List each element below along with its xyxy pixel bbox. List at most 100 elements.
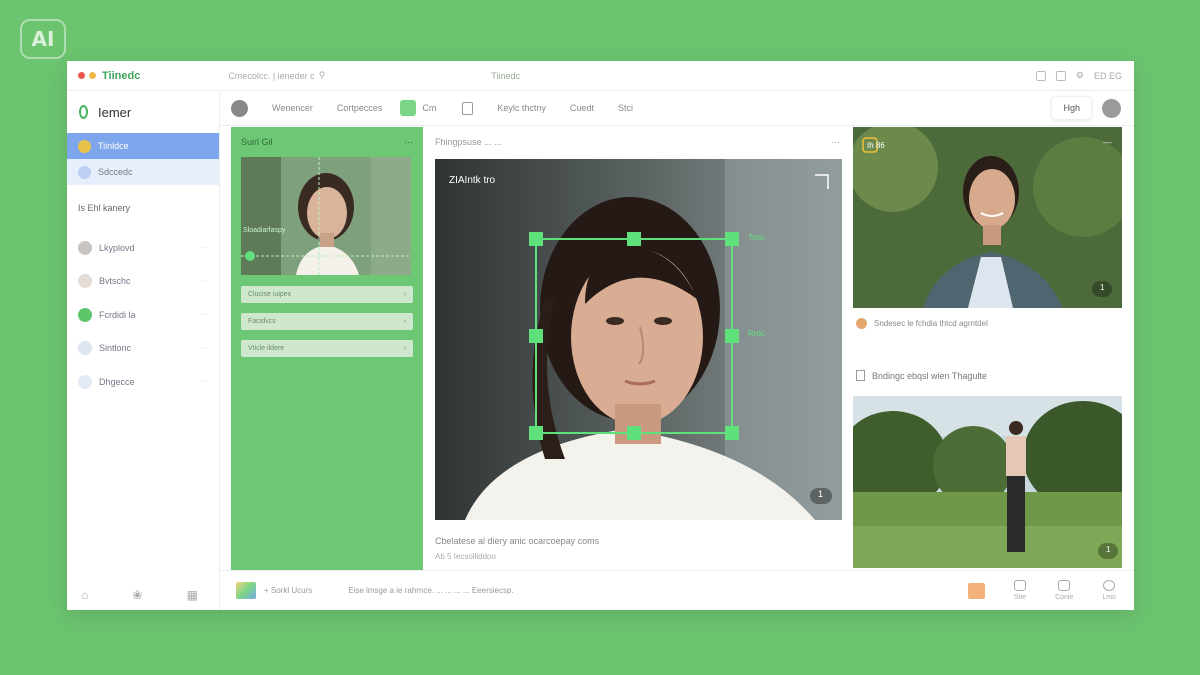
sidebar-row[interactable]: Dhgecce ··· — [67, 365, 219, 399]
sidebar-row[interactable]: Sintlonc ··· — [67, 332, 219, 366]
footer-action-label: Stie — [1014, 594, 1027, 601]
sidebar-item-label: Sdccedc — [98, 167, 133, 177]
card-menu-icon[interactable]: — — [1103, 137, 1112, 147]
preview-photo[interactable]: Sloadiarfaspy — [241, 157, 411, 275]
result-label: Sndesec le fchdia thtcd agrntdel — [856, 318, 988, 329]
close-dot-icon[interactable] — [78, 72, 85, 79]
portrait-graphic — [853, 127, 1122, 308]
footer-action-label: Lmo — [1102, 594, 1116, 601]
result-label-text: Sndesec le fchdia thtcd agrntdel — [874, 319, 988, 328]
toolbar-item[interactable]: Stci — [618, 103, 633, 113]
dropdown-label: Facidvcs — [248, 318, 276, 325]
result-card-portrait[interactable]: Ih 86 — 1 — [853, 127, 1122, 308]
more-icon[interactable]: ··· — [831, 137, 840, 147]
sidebar-item-icon — [78, 165, 91, 179]
window-controls — [78, 72, 96, 79]
export-icon[interactable] — [968, 582, 986, 599]
search-icon: ⚲ — [318, 70, 326, 80]
save-icon — [1014, 580, 1027, 591]
copy-icon — [1058, 580, 1071, 591]
sidebar-row-label: Fcrdidi la — [99, 309, 136, 320]
image-label: ZIAIntk tro — [449, 175, 496, 186]
bbox-label-mid: Rroc — [748, 329, 765, 338]
sidebar-item-active[interactable]: Tiinldce — [67, 133, 219, 159]
card-counter-badge: 1 — [1106, 545, 1111, 554]
sidebar-row[interactable]: Lkyplovd ··· — [67, 231, 219, 265]
main-photo-graphic — [435, 159, 842, 520]
person-icon — [856, 318, 867, 329]
bookmark-icon — [856, 370, 865, 381]
toolbar-item[interactable]: Keylc thctny — [497, 103, 546, 113]
palette-icon[interactable]: ❀ — [132, 588, 142, 602]
dropdown-field[interactable]: Facidvcs › — [241, 313, 413, 330]
grid-icon[interactable]: ▦ — [187, 588, 198, 602]
settings-icon[interactable]: ⚙ — [1076, 70, 1084, 81]
user-avatar[interactable] — [1102, 98, 1121, 118]
brand-ring-icon — [79, 105, 88, 119]
toolbar-item[interactable]: Cortpecces — [337, 103, 383, 113]
info-icon — [1103, 580, 1116, 591]
footer-action-more[interactable]: Lmo — [1102, 580, 1116, 601]
footer-action-save[interactable]: Stie — [1014, 580, 1026, 601]
footer-action-label: Conie — [1055, 594, 1074, 601]
main-photo[interactable]: ZIAIntk tro Tonc Rroc 1 — [435, 159, 842, 520]
footer-actions: Stie Conie Lmo — [968, 580, 1116, 601]
toolbar-item[interactable]: Cm — [422, 103, 436, 113]
result-label: Bndingc ebqsl wien Thagulte — [856, 370, 987, 381]
chevron-right-icon: › — [403, 291, 406, 298]
results-panel: Ih 86 — 1 Sndesec le fchdia thtcd agrntd… — [842, 127, 1134, 570]
copy-icon[interactable] — [1055, 70, 1066, 81]
panel-header: Suirl Gil ··· — [231, 127, 423, 147]
home-icon[interactable]: ⌂ — [81, 588, 88, 602]
dropdown-label: Clucise iuipex — [248, 291, 292, 298]
app-window: Tiinedc Cmecolcc. | ieneder c ⚲ Tiinedc … — [67, 61, 1134, 610]
face-detection-panel: Fhingpsuse ... ... ··· ZIAIntk tro Tonc … — [434, 127, 842, 570]
result-label-text: Bndingc ebqsl wien Thagulte — [872, 370, 987, 381]
title-search-text: Cmecolcc. | ieneder c — [228, 70, 315, 81]
chevron-right-icon: › — [403, 318, 406, 325]
sidebar-group-label: Is Ehl kanery — [78, 203, 131, 213]
window-icon[interactable] — [1035, 70, 1046, 81]
toolbar-logo-icon[interactable] — [231, 99, 248, 117]
title-bar: Tiinedc Cmecolcc. | ieneder c ⚲ Tiinedc … — [67, 61, 1134, 91]
sidebar-row-label: Sintlonc — [99, 343, 132, 354]
photo-subcaption: Ab 5 Iecsolliddoo — [435, 552, 496, 561]
ai-badge: AI — [20, 19, 66, 59]
dropdown-field[interactable]: Vticle ildere › — [241, 340, 413, 357]
footer-action-copy[interactable]: Conie — [1055, 580, 1073, 601]
panel-header: Fhingpsuse ... ... ··· — [434, 127, 842, 147]
fullbody-graphic — [853, 396, 1122, 568]
bbox-label-top: Tonc — [748, 233, 765, 242]
sidebar-row-label: Dhgecce — [99, 376, 135, 387]
sidebar-row[interactable]: Bvtschc ··· — [67, 265, 219, 299]
sidebar-bottom-bar: ⌂ ❀ ▦ — [67, 588, 220, 602]
footer-bar: + Sorkl Ucurs Eise lmsge a ie rahrnce. .… — [220, 570, 1134, 610]
window-title: Tiinedc — [491, 70, 520, 81]
dropdown-field[interactable]: Clucise iuipex › — [241, 286, 413, 303]
photo-caption: Cbelatese al diery anic ocarcoepay coms — [435, 536, 600, 546]
card-tag: Ih 86 — [867, 141, 885, 150]
detection-settings-panel: Suirl Gil ··· Sloadiarfaspy Clucise iuip… — [231, 127, 423, 570]
sidebar-row-meta: ··· — [200, 378, 207, 386]
title-search[interactable]: Cmecolcc. | ieneder c ⚲ — [228, 70, 325, 81]
sidebar-item-icon — [78, 139, 91, 153]
toolbar-item[interactable]: Cuedt — [570, 103, 594, 113]
panel-title: Suirl Gil — [241, 137, 273, 147]
document-icon[interactable] — [462, 101, 474, 115]
minimize-dot-icon[interactable] — [89, 72, 96, 79]
sidebar-item-secondary[interactable]: Sdccedc — [67, 159, 219, 185]
dropdown-label: Vticle ildere — [248, 345, 285, 352]
more-icon[interactable]: ··· — [404, 137, 413, 147]
result-card-fullbody[interactable]: 1 — [853, 396, 1122, 568]
image-tool-icon[interactable] — [400, 100, 417, 116]
sidebar-item-label: Tiinldce — [98, 141, 129, 151]
sidebar-row-meta: ··· — [200, 277, 207, 285]
thumbnail-icon[interactable] — [236, 582, 256, 599]
toolbar-item[interactable]: Wenencer — [272, 103, 313, 113]
toolbar-action-button[interactable]: Hgh — [1051, 96, 1092, 120]
footer-status: Eise lmsge a ie rahrnce. ... ... ... ...… — [348, 586, 514, 595]
sidebar-row[interactable]: Fcrdidi la ··· — [67, 298, 219, 332]
footer-link[interactable]: + Sorkl Ucurs — [264, 586, 312, 595]
app-name: Tiinedc — [102, 69, 141, 82]
sidebar-row-meta: ··· — [200, 344, 207, 352]
